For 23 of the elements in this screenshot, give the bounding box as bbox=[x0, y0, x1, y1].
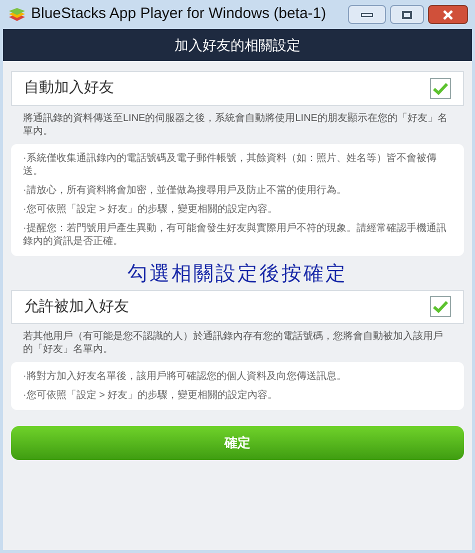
close-button[interactable] bbox=[428, 5, 468, 24]
note-text: ·請放心，所有資料將會加密，並僅做為搜尋用戶及防止不當的使用行為。 bbox=[23, 184, 348, 196]
setting-description: 若其他用戶（有可能是您不認識的人）於通訊錄內存有您的電話號碼，您將會自動被加入該用戶的「好友」名單內。 bbox=[22, 330, 444, 357]
app-logo-icon bbox=[7, 6, 27, 22]
checkmark-icon bbox=[433, 300, 448, 314]
window-title: BlueStacks App Player for Windows (beta-1) bbox=[31, 4, 328, 24]
note-text: ·您可依照「設定 > 好友」的步驟，變更相關的設定內容。 bbox=[23, 202, 279, 216]
note-text: ·將對方加入好友名單後，該用戶將可確認您的個人資料及向您傳送訊息。 bbox=[23, 370, 348, 383]
note-text: ·您可依照「設定 > 好友」的步驟，變更相關的設定內容。 bbox=[23, 389, 279, 402]
confirm-button[interactable]: 確定 bbox=[11, 426, 464, 460]
annotation-text: 勾選相關設定後按確定 bbox=[128, 260, 348, 286]
setting-label: 允許被加入好友 bbox=[24, 296, 129, 316]
checkbox[interactable] bbox=[430, 78, 451, 99]
setting-description: 將通訊錄的資料傳送至LINE的伺服器之後，系統會自動將使用LINE的朋友顯示在您的「好友」名單內。 bbox=[22, 112, 448, 138]
checkbox[interactable] bbox=[430, 296, 451, 318]
checkmark-icon bbox=[433, 82, 448, 95]
note-text: ·提醒您：若門號用戶產生異動，有可能會發生好友與實際用戶不符的現象。請經常確認手機通訊錄內的資訊是否正確。 bbox=[23, 222, 448, 248]
setting-label: 自動加入好友 bbox=[24, 78, 114, 98]
minimize-button[interactable] bbox=[348, 5, 386, 24]
maximize-button[interactable] bbox=[390, 5, 424, 24]
header-title: 加入好友的相關設定 bbox=[174, 36, 300, 54]
note-text: ·系統僅收集通訊錄內的電話號碼及電子郵件帳號，其餘資料（如：照片、姓名等）皆不會被傳送。 bbox=[23, 152, 438, 178]
close-icon bbox=[443, 10, 453, 20]
